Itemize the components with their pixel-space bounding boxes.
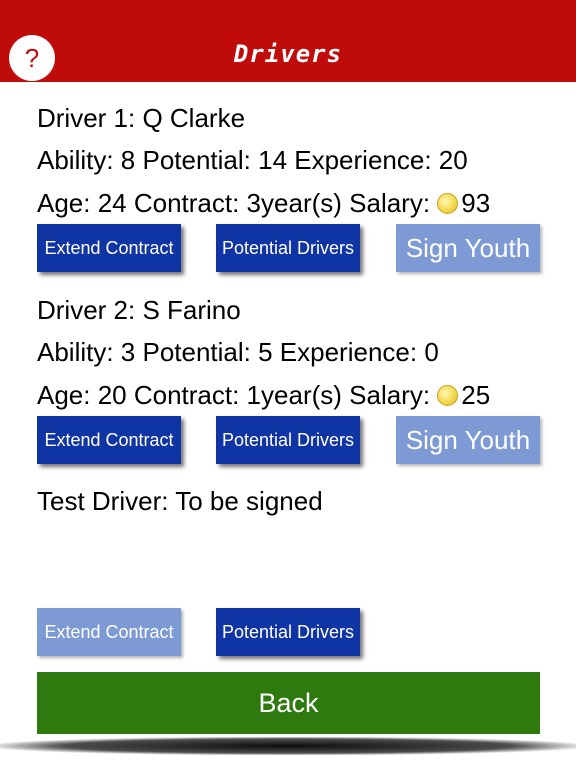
driver1-salary: 93 xyxy=(461,188,491,218)
coin-icon xyxy=(437,385,459,406)
footer-shadow xyxy=(0,737,576,755)
driver2-extend-contract-button[interactable]: Extend Contract xyxy=(37,416,181,464)
header-bar: ? Drivers xyxy=(0,0,576,82)
driver2-sign-youth-button[interactable]: Sign Youth xyxy=(396,416,540,464)
driver2-contract-text: Age: 20 Contract: 1year(s) Salary: xyxy=(37,380,438,410)
test-driver-line: Test Driver: To be signed xyxy=(37,486,323,516)
driver2-stats: Ability: 3 Potential: 5 Experience: 0 xyxy=(37,337,439,367)
driver1-stats: Ability: 8 Potential: 14 Experience: 20 xyxy=(37,145,468,175)
driver2-potential-drivers-button[interactable]: Potential Drivers xyxy=(216,416,360,464)
test-driver-extend-contract-button[interactable]: Extend Contract xyxy=(37,608,181,656)
back-button[interactable]: Back xyxy=(37,672,540,734)
driver2-contract: Age: 20 Contract: 1year(s) Salary: 25 xyxy=(37,380,490,410)
driver1-contract-text: Age: 24 Contract: 3year(s) Salary: xyxy=(37,188,438,218)
driver1-potential-drivers-button[interactable]: Potential Drivers xyxy=(216,224,360,272)
driver2-name: Driver 2: S Farino xyxy=(37,295,241,325)
test-driver-potential-drivers-button[interactable]: Potential Drivers xyxy=(216,608,360,656)
driver1-name: Driver 1: Q Clarke xyxy=(37,103,246,133)
page-title: Drivers xyxy=(233,40,343,68)
driver1-extend-contract-button[interactable]: Extend Contract xyxy=(37,224,181,272)
driver1-contract: Age: 24 Contract: 3year(s) Salary: 93 xyxy=(37,188,490,218)
coin-icon xyxy=(437,193,459,214)
driver2-salary: 25 xyxy=(461,380,491,410)
driver1-sign-youth-button[interactable]: Sign Youth xyxy=(396,224,540,272)
